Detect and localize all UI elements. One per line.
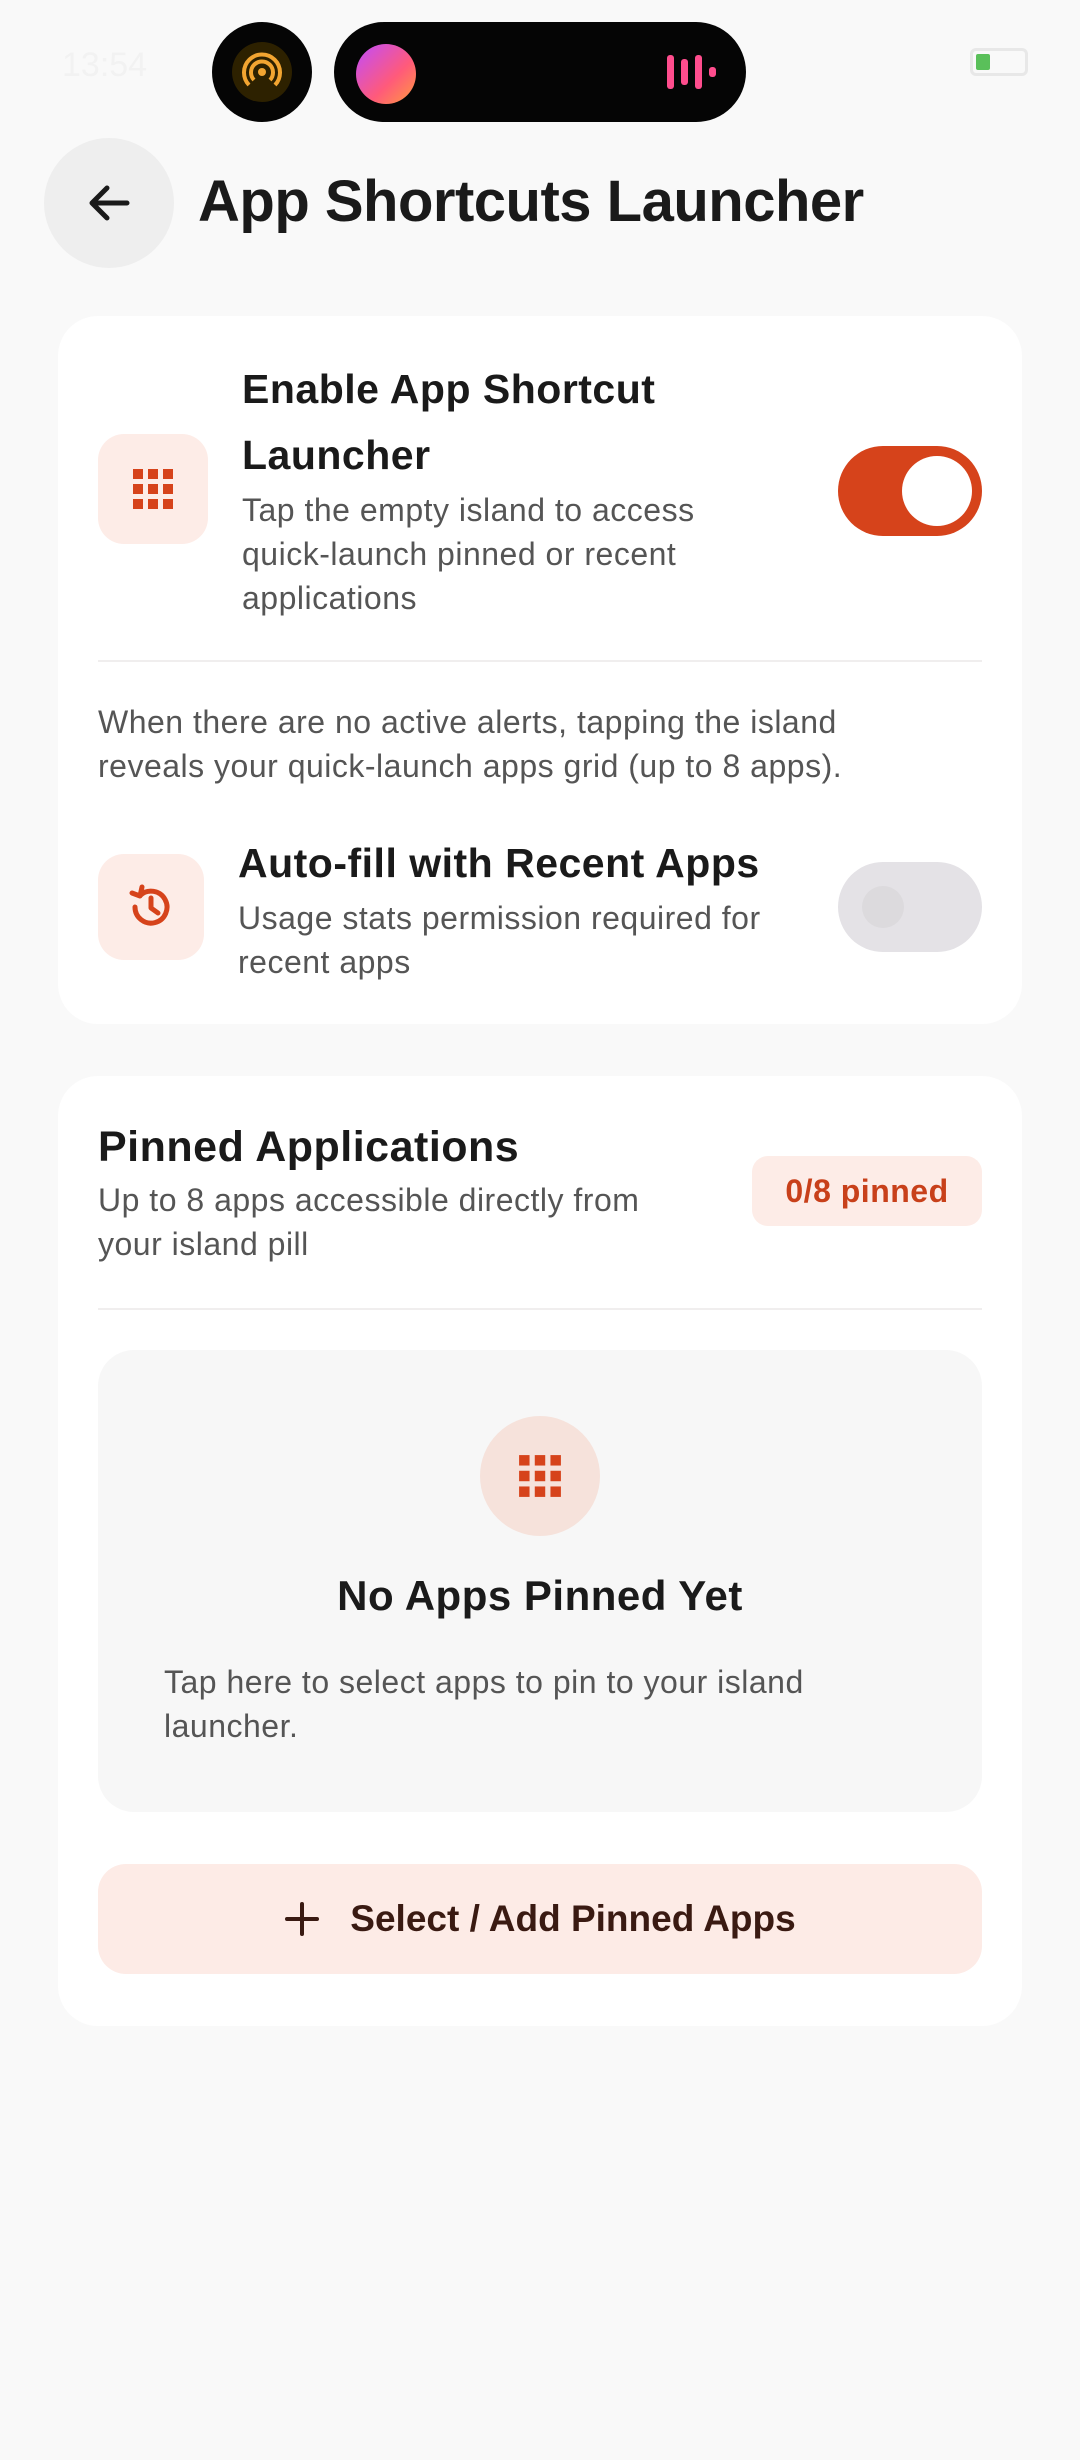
- hotspot-icon: [232, 42, 292, 102]
- empty-state-select-apps[interactable]: No Apps Pinned Yet Tap here to select ap…: [98, 1350, 982, 1812]
- status-time: 13:54: [62, 46, 148, 84]
- enable-launcher-desc-line3: applications: [242, 580, 417, 616]
- toggle-knob: [862, 886, 904, 928]
- empty-desc-line2: launcher.: [164, 1708, 299, 1744]
- divider: [98, 1308, 982, 1310]
- back-button[interactable]: [44, 138, 174, 268]
- launcher-info-text: When there are no active alerts, tapping…: [98, 700, 982, 788]
- history-icon: [98, 854, 204, 960]
- enable-launcher-desc-line2: quick-launch pinned or recent: [242, 536, 677, 572]
- pinned-apps-desc-line1: Up to 8 apps accessible directly from: [98, 1182, 640, 1218]
- autofill-title: Auto-fill with Recent Apps: [238, 840, 760, 886]
- enable-launcher-title-line2: Launcher: [242, 432, 431, 478]
- info-line2: reveals your quick-launch apps grid (up …: [98, 748, 843, 784]
- page-title: App Shortcuts Launcher: [198, 169, 864, 234]
- pinned-apps-title: Pinned Applications: [98, 1123, 520, 1171]
- arrow-back-icon: [89, 185, 130, 221]
- divider: [98, 660, 982, 662]
- screen: 13:54 App Shortcuts Launcher Enable App …: [0, 0, 1080, 2460]
- autofill-desc-line1: Usage stats permission required for: [238, 900, 761, 936]
- enable-launcher-desc-line1: Tap the empty island to access: [242, 492, 695, 528]
- info-line1: When there are no active alerts, tapping…: [98, 704, 837, 740]
- status-icons: [970, 48, 1028, 76]
- empty-desc-line1: Tap here to select apps to pin to your i…: [164, 1664, 804, 1700]
- empty-state-desc: Tap here to select apps to pin to your i…: [164, 1660, 924, 1748]
- island-hotspot-indicator[interactable]: [212, 22, 312, 122]
- island-media-pill[interactable]: [334, 22, 746, 122]
- autofill-desc-line2: recent apps: [238, 944, 411, 980]
- album-art-icon: [356, 44, 416, 104]
- enable-launcher-toggle[interactable]: [838, 446, 982, 536]
- toggle-knob: [902, 456, 972, 526]
- launcher-settings-card: Enable App Shortcut Launcher Tap the emp…: [58, 316, 1022, 1024]
- add-pinned-apps-button[interactable]: Select / Add Pinned Apps: [98, 1864, 982, 1974]
- battery-icon: [970, 48, 1028, 76]
- pinned-apps-desc-line2: your island pill: [98, 1226, 309, 1262]
- enable-launcher-title-line1: Enable App Shortcut: [242, 366, 656, 412]
- autofill-toggle[interactable]: [838, 862, 982, 952]
- add-pinned-apps-label: Select / Add Pinned Apps: [350, 1898, 796, 1939]
- pinned-count-badge: 0/8 pinned: [752, 1156, 982, 1226]
- apps-grid-icon: [98, 434, 208, 544]
- audio-wave-icon: [667, 52, 716, 92]
- apps-grid-icon: [480, 1416, 600, 1536]
- empty-state-title: No Apps Pinned Yet: [337, 1572, 743, 1619]
- pinned-apps-card: Pinned Applications Up to 8 apps accessi…: [58, 1076, 1022, 2026]
- plus-icon: [285, 1902, 320, 1936]
- status-bar: 13:54: [0, 0, 1080, 130]
